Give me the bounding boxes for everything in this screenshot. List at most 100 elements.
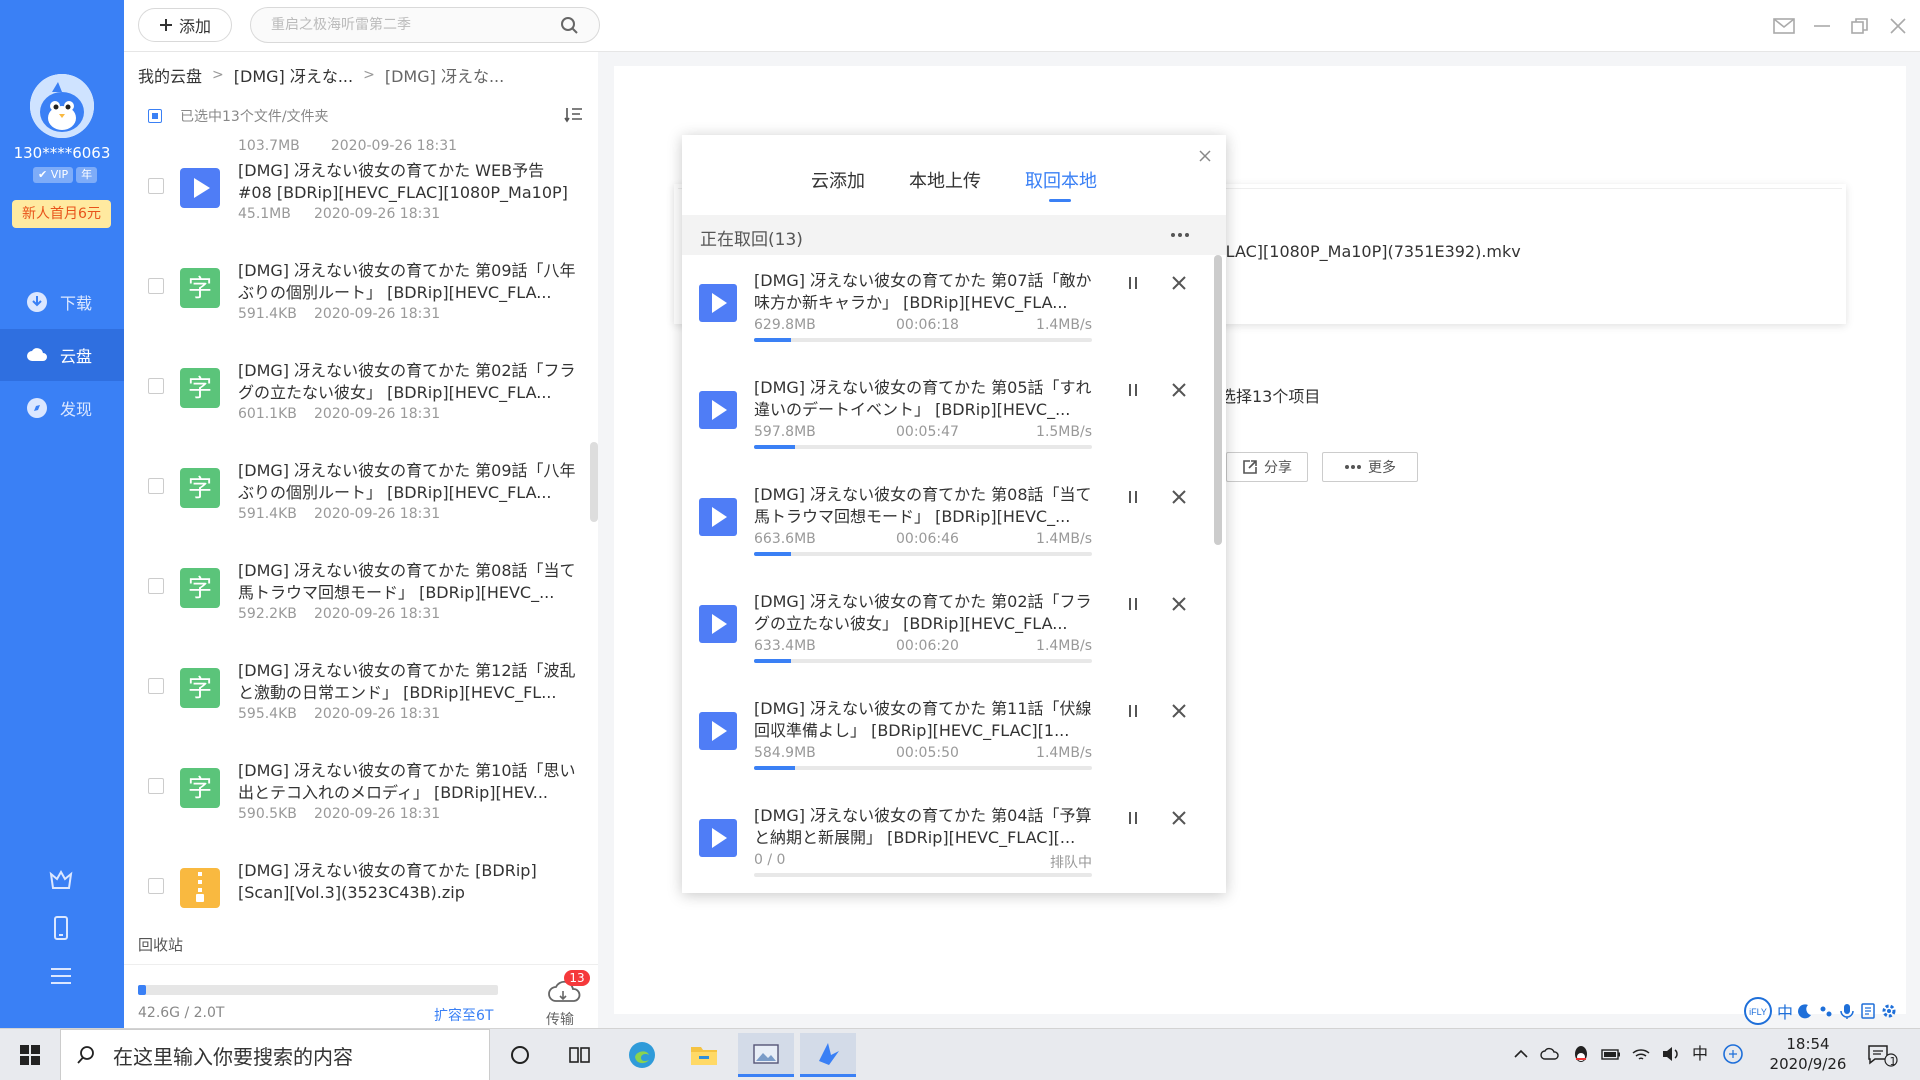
recycle-bin-link[interactable]: 回收站: [138, 934, 183, 955]
expand-storage-link[interactable]: 扩容至6T: [434, 1005, 493, 1025]
vip-year-label: 年: [76, 167, 98, 183]
crown-icon[interactable]: [47, 866, 75, 894]
select-all-checkbox[interactable]: [148, 109, 162, 123]
nav-discover[interactable]: 发现: [0, 382, 124, 434]
file-row[interactable]: 字 [DMG] 冴えない彼女の育てかた 第09話「八年ぶりの個別ルート」 [BD…: [124, 246, 598, 346]
restore-icon[interactable]: [1848, 14, 1872, 38]
cancel-icon[interactable]: [1170, 381, 1188, 399]
gear-icon[interactable]: [1880, 1002, 1898, 1020]
transfer-size: 629.8MB: [754, 317, 816, 333]
moon-icon[interactable]: [1796, 1002, 1814, 1020]
chevron-up-icon[interactable]: [1510, 1043, 1532, 1065]
battery-icon[interactable]: [1600, 1043, 1622, 1065]
pause-icon[interactable]: [1124, 702, 1142, 720]
file-checkbox[interactable]: [148, 178, 164, 194]
storage-progress: [138, 985, 498, 995]
subtitle-file-icon: 字: [180, 768, 220, 808]
pause-icon[interactable]: [1124, 488, 1142, 506]
add-button[interactable]: 添加: [138, 8, 232, 42]
keyboard-icon[interactable]: [1859, 1002, 1877, 1020]
file-checkbox[interactable]: [148, 878, 164, 894]
file-row[interactable]: 字 [DMG] 冴えない彼女の育てかた 第10話「思い出とテコ入れのメロディ」 …: [124, 746, 598, 846]
pause-icon[interactable]: [1124, 274, 1142, 292]
breadcrumb-folder[interactable]: [DMG] 冴えな...: [234, 63, 353, 87]
transfer-remaining-time: 00:06:46: [896, 531, 959, 547]
more-icon[interactable]: [1168, 225, 1192, 245]
ifly-icon[interactable]: iFLY: [1742, 996, 1774, 1026]
wifi-icon[interactable]: [1630, 1043, 1652, 1065]
subtitle-file-icon: 字: [180, 568, 220, 608]
task-view-icon[interactable]: [552, 1033, 608, 1077]
video-file-icon: [699, 605, 737, 643]
pause-icon[interactable]: [1124, 381, 1142, 399]
input-language[interactable]: 中: [1692, 1043, 1714, 1065]
file-date: 2020-09-26 18:31: [314, 406, 441, 422]
qq-icon[interactable]: [1570, 1043, 1592, 1065]
taskbar-search-input[interactable]: 在这里输入你要搜索的内容: [60, 1029, 490, 1080]
file-row[interactable]: 字 [DMG] 冴えない彼女の育てかた 第08話「当て馬トラウマ回想モード」 […: [124, 546, 598, 646]
file-checkbox[interactable]: [148, 678, 164, 694]
nav-download[interactable]: 下载: [0, 276, 124, 328]
onedrive-icon[interactable]: [1540, 1043, 1562, 1065]
file-name: [DMG] 冴えない彼女の育てかた WEB予告 #08 [BDRip][HEVC…: [238, 161, 568, 202]
cancel-icon[interactable]: [1170, 488, 1188, 506]
nav-discover-label: 发现: [60, 400, 93, 419]
add-label: 添加: [178, 17, 211, 36]
pause-icon[interactable]: [1124, 595, 1142, 613]
phone-icon[interactable]: [47, 914, 75, 942]
file-checkbox[interactable]: [148, 578, 164, 594]
file-row[interactable]: 字 [DMG] 冴えない彼女の育てかた 第09話「八年ぶりの個別ルート」 [BD…: [124, 446, 598, 546]
cancel-icon[interactable]: [1170, 274, 1188, 292]
more-button[interactable]: 更多: [1322, 452, 1418, 482]
tab-cloud-add[interactable]: 云添加: [811, 167, 865, 197]
breadcrumb-current: [DMG] 冴えな...: [384, 67, 505, 86]
tab-local-upload[interactable]: 本地上传: [909, 167, 981, 197]
search-icon[interactable]: [560, 16, 578, 34]
transfer-popup: 云添加 本地上传 取回本地 正在取回(13) [DMG] 冴えない彼女の育てかた…: [682, 135, 1226, 893]
user-avatar[interactable]: [30, 74, 94, 138]
ifly-tray-icon[interactable]: [1722, 1043, 1744, 1065]
photos-app-icon[interactable]: [738, 1033, 794, 1077]
transfer-item: [DMG] 冴えない彼女の育てかた 第11話「伏線回収準備よし」 [BDRip]…: [682, 690, 1226, 797]
nav-cloud[interactable]: 云盘: [0, 329, 124, 381]
cancel-icon[interactable]: [1170, 595, 1188, 613]
cancel-icon[interactable]: [1170, 702, 1188, 720]
transfer-name: [DMG] 冴えない彼女の育てかた 第11話「伏線回収準備よし」 [BDRip]…: [754, 699, 1092, 740]
windows-start-icon[interactable]: [0, 1029, 60, 1080]
file-checkbox[interactable]: [148, 478, 164, 494]
transfer-name: [DMG] 冴えない彼女の育てかた 第08話「当て馬トラウマ回想モード」 [BD…: [754, 485, 1092, 526]
mic-icon[interactable]: [1838, 1002, 1856, 1020]
clock[interactable]: 18:54 2020/9/26: [1768, 1034, 1848, 1074]
breadcrumb-root[interactable]: 我的云盘: [138, 63, 202, 87]
file-row[interactable]: [DMG] 冴えない彼女の育てかた WEB予告 #08 [BDRip][HEVC…: [124, 146, 598, 246]
volume-icon[interactable]: [1660, 1043, 1682, 1065]
clock-time: 18:54: [1786, 1035, 1830, 1053]
search-input[interactable]: 重启之极海听雷第二季: [250, 7, 600, 43]
edge-icon[interactable]: [614, 1033, 670, 1077]
file-row[interactable]: [DMG] 冴えない彼女の育てかた [BDRip][Scan][Vol.3](3…: [124, 846, 598, 946]
tab-retrieve-local[interactable]: 取回本地: [1025, 167, 1097, 202]
file-row[interactable]: 字 [DMG] 冴えない彼女の育てかた 第12話「波乱と激動の日常エンド」 [B…: [124, 646, 598, 746]
file-list-scrollbar[interactable]: [590, 442, 598, 522]
cortana-icon[interactable]: [492, 1033, 548, 1077]
mail-icon[interactable]: [1772, 14, 1796, 38]
selection-bar: 已选中13个文件/文件夹: [124, 100, 598, 130]
menu-icon[interactable]: [47, 962, 75, 990]
file-checkbox[interactable]: [148, 278, 164, 294]
file-name: [DMG] 冴えない彼女の育てかた 第09話「八年ぶりの個別ルート」 [BDRi…: [238, 261, 576, 302]
ime-mode[interactable]: 中: [1777, 999, 1793, 1023]
minimize-icon[interactable]: [1810, 14, 1834, 38]
pause-icon[interactable]: [1124, 809, 1142, 827]
promo-button[interactable]: 新人首月6元: [12, 200, 111, 228]
sort-icon[interactable]: [564, 106, 584, 124]
file-explorer-icon[interactable]: [676, 1033, 732, 1077]
close-icon[interactable]: [1196, 147, 1214, 165]
file-checkbox[interactable]: [148, 778, 164, 794]
file-checkbox[interactable]: [148, 378, 164, 394]
cloud-app-icon[interactable]: [800, 1033, 856, 1077]
file-row[interactable]: 字 [DMG] 冴えない彼女の育てかた 第02話「フラグの立たない彼女」 [BD…: [124, 346, 598, 446]
share-button[interactable]: 分享: [1226, 452, 1308, 482]
cancel-icon[interactable]: [1170, 809, 1188, 827]
punctuation-icon[interactable]: [1817, 1002, 1835, 1020]
close-icon[interactable]: [1886, 14, 1910, 38]
